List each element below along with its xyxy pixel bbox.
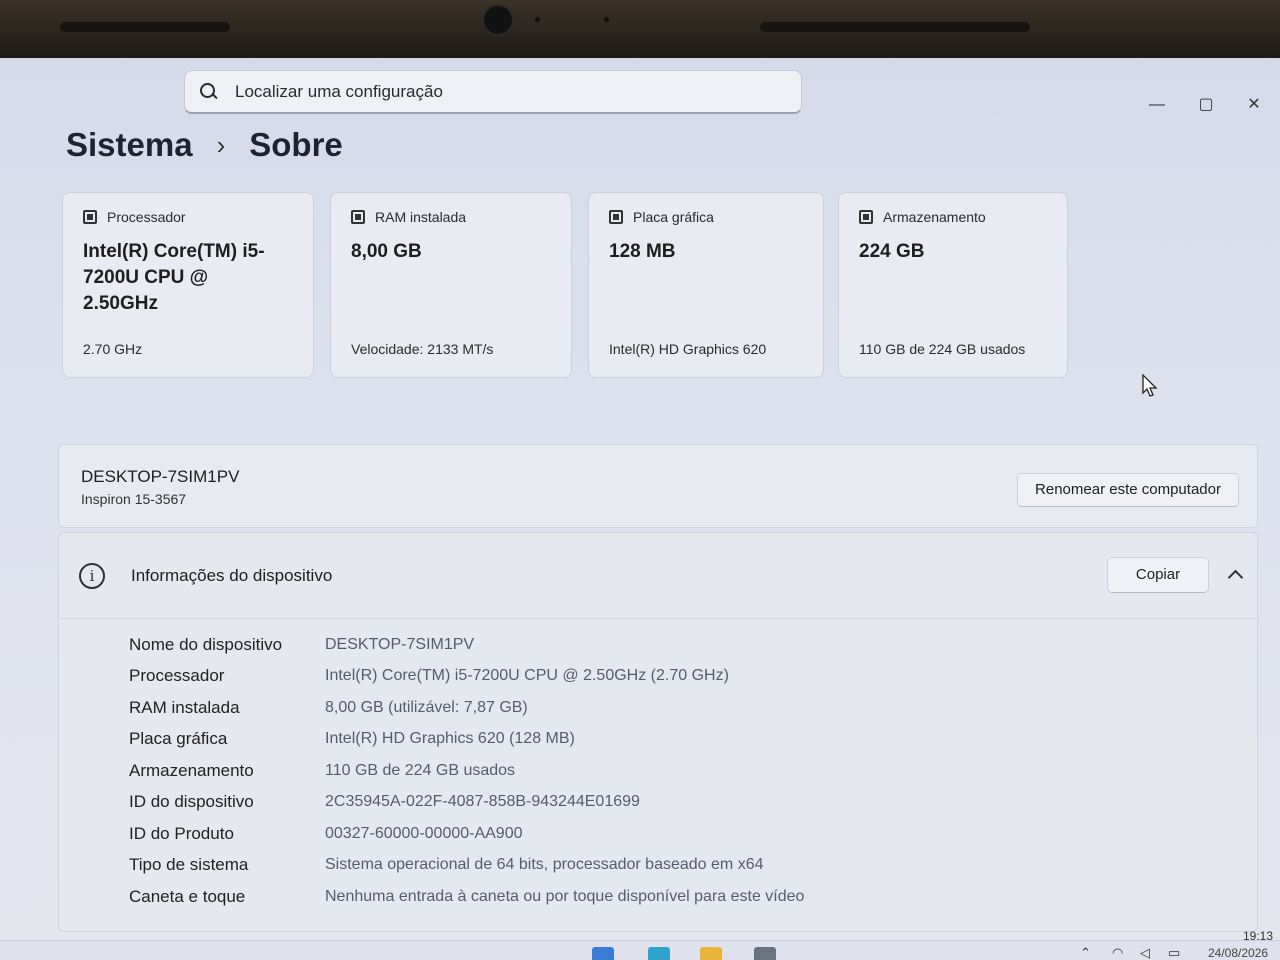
bezel-slot <box>60 22 230 32</box>
card-gpu: Placa gráfica 128 MB Intel(R) HD Graphic… <box>588 192 824 378</box>
storage-icon <box>859 210 873 224</box>
taskbar-app-explorer[interactable] <box>700 947 722 960</box>
spec-row: Nome do dispositivo DESKTOP-7SIM1PV <box>129 629 804 661</box>
spec-value: Intel(R) Core(TM) i5-7200U CPU @ 2.50GHz… <box>325 667 729 685</box>
spec-row: ID do dispositivo 2C35945A-022F-4087-858B… <box>129 787 804 819</box>
spec-row: Tipo de sistema Sistema operacional de 64… <box>129 850 804 882</box>
card-sub: 110 GB de 224 GB usados <box>859 341 1026 357</box>
webcam <box>482 4 514 36</box>
rename-computer-button[interactable]: Renomear este computador <box>1017 473 1239 507</box>
breadcrumb-parent[interactable]: Sistema <box>66 126 193 164</box>
spec-row: Caneta e toque Nenhuma entrada à caneta o… <box>129 881 804 913</box>
card-title: Placa gráfica <box>633 209 714 225</box>
device-info-panel: i Informações do dispositivo Copiar Nome… <box>58 532 1258 932</box>
ram-icon <box>351 210 365 224</box>
maximize-button[interactable]: ▢ <box>1193 92 1219 118</box>
spec-value: DESKTOP-7SIM1PV <box>325 635 475 653</box>
card-title: Processador <box>107 209 186 225</box>
chevron-up-icon[interactable] <box>1225 565 1245 585</box>
spec-value: Intel(R) HD Graphics 620 (128 MB) <box>325 730 575 748</box>
spec-label: Processador <box>129 666 225 686</box>
device-specs-list: Nome do dispositivo DESKTOP-7SIM1PV Proces… <box>129 629 804 913</box>
info-icon: i <box>79 563 105 589</box>
search-icon <box>199 82 219 102</box>
spec-row: Processador Intel(R) Core(TM) i5-7200U CP… <box>129 661 804 693</box>
spec-row: RAM instalada 8,00 GB (utilizável: 7,87 G… <box>129 692 804 724</box>
card-sub: Intel(R) HD Graphics 620 <box>609 341 767 357</box>
card-value: 128 MB <box>609 241 676 262</box>
processor-icon <box>83 210 97 224</box>
taskbar-app-edge[interactable] <box>648 947 670 960</box>
taskbar-app-start[interactable] <box>592 947 614 960</box>
spec-label: ID do dispositivo <box>129 792 254 812</box>
computer-model: Inspiron 15-3567 <box>81 491 187 507</box>
spec-label: ID do Produto <box>129 823 234 843</box>
card-value: 224 GB <box>859 241 925 262</box>
device-info-title: Informações do dispositivo <box>131 566 333 585</box>
tray-chevron-up-icon[interactable]: ⌃ <box>1080 945 1091 960</box>
card-ram: RAM instalada 8,00 GB Velocidade: 2133 M… <box>330 192 572 378</box>
card-title: Armazenamento <box>883 209 986 225</box>
spec-value: Sistema operacional de 64 bits, processa… <box>325 856 764 874</box>
webcam-sensor <box>604 17 609 22</box>
close-button[interactable]: ✕ <box>1241 92 1267 118</box>
breadcrumb-separator-icon: › <box>216 129 226 160</box>
gpu-icon <box>609 210 623 224</box>
card-title: RAM instalada <box>375 209 467 225</box>
webcam-led <box>535 17 540 22</box>
spec-label: Tipo de sistema <box>129 855 249 875</box>
spec-value: Nenhuma entrada à caneta ou por toque di… <box>325 887 805 905</box>
search-box[interactable]: Localizar uma configuração <box>184 70 802 114</box>
spec-value: 00327-60000-00000-AA900 <box>325 824 523 842</box>
taskbar-app-settings[interactable] <box>754 947 776 960</box>
spec-label: Nome do dispositivo <box>129 634 283 654</box>
volume-icon[interactable]: ◁ <box>1140 945 1150 960</box>
device-info-header[interactable]: i Informações do dispositivo Copiar <box>59 533 1257 619</box>
page-title: Sobre <box>249 126 343 163</box>
computer-name-panel: DESKTOP-7SIM1PV Inspiron 15-3567 Renomea… <box>58 444 1258 528</box>
spec-label: Caneta e toque <box>129 886 246 906</box>
mouse-cursor-icon <box>1142 374 1158 397</box>
card-processor: Processador Intel(R) Core(TM) i5-7200U C… <box>62 192 314 378</box>
taskbar: ⌃ ◠ ◁ ▭ 19:13 24/08/2026 <box>0 929 1280 960</box>
card-sub: 2.70 GHz <box>83 341 143 357</box>
spec-cards: Processador Intel(R) Core(TM) i5-7200U C… <box>62 192 1072 382</box>
spec-value: 8,00 GB (utilizável: 7,87 GB) <box>325 698 528 716</box>
breadcrumb: Sistema › Sobre <box>66 126 343 164</box>
card-value: 8,00 GB <box>351 241 422 262</box>
copy-button[interactable]: Copiar <box>1107 557 1209 593</box>
search-input[interactable]: Localizar uma configuração <box>235 82 443 102</box>
card-value: Intel(R) Core(TM) i5-7200U CPU @ 2.50GHz <box>83 241 265 314</box>
clock-date[interactable]: 24/08/2026 <box>1208 946 1268 960</box>
spec-label: RAM instalada <box>129 697 240 717</box>
spec-value: 110 GB de 224 GB usados <box>325 761 516 779</box>
card-storage: Armazenamento 224 GB 110 GB de 224 GB us… <box>838 192 1068 378</box>
computer-name: DESKTOP-7SIM1PV <box>81 467 240 486</box>
spec-row: Armazenamento 110 GB de 224 GB usados <box>129 755 804 787</box>
wifi-icon[interactable]: ◠ <box>1112 945 1123 960</box>
laptop-bezel <box>0 0 1280 58</box>
spec-value: 2C35945A-022F-4087-858B-943244E01699 <box>325 793 640 811</box>
spec-row: Placa gráfica Intel(R) HD Graphics 620 (1… <box>129 724 804 756</box>
battery-icon[interactable]: ▭ <box>1168 945 1180 960</box>
spec-label: Armazenamento <box>129 760 254 780</box>
minimize-button[interactable]: — <box>1144 92 1170 118</box>
card-sub: Velocidade: 2133 MT/s <box>351 341 494 357</box>
clock-time[interactable]: 19:13 <box>1243 929 1273 943</box>
spec-row: ID do Produto 00327-60000-00000-AA900 <box>129 818 804 850</box>
spec-label: Placa gráfica <box>129 729 228 749</box>
bezel-slot <box>760 22 1030 32</box>
